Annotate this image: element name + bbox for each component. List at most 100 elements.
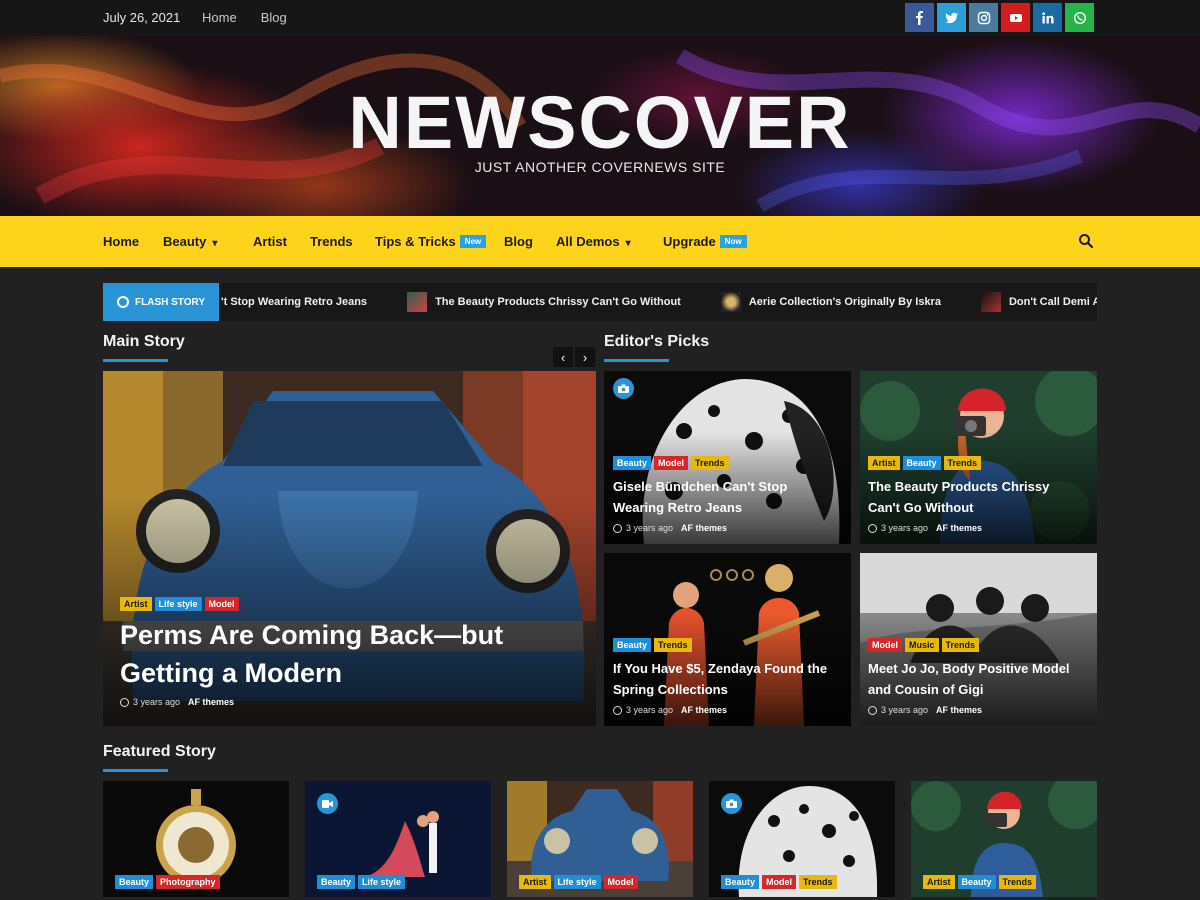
featured-card[interactable]: Beauty Life style	[305, 781, 491, 897]
card-tags: Artist Beauty Trends	[923, 875, 1037, 889]
tag-artist[interactable]: Artist	[120, 597, 152, 611]
tag-artist[interactable]: Artist	[868, 456, 900, 470]
post-author[interactable]: AF themes	[188, 697, 234, 707]
clock-icon	[868, 705, 877, 715]
ticker-item[interactable]: 't Stop Wearing Retro Jeans	[221, 296, 367, 308]
tag-artist[interactable]: Artist	[923, 875, 955, 889]
tag-lifestyle[interactable]: Life style	[553, 875, 601, 889]
card-title[interactable]: Gisele Bündchen Can't Stop Wearing Retro…	[613, 476, 833, 518]
post-time: 3 years ago	[881, 523, 929, 533]
youtube-icon[interactable]	[1001, 3, 1030, 32]
editors-pick-card[interactable]: Artist Beauty Trends The Beauty Products…	[860, 371, 1097, 544]
flash-story-label[interactable]: FLASH STORY	[103, 283, 219, 321]
card-tags: Beauty Model Trends	[613, 456, 729, 470]
ticker-item-title: The Beauty Products Chrissy Can't Go Wit…	[435, 296, 681, 308]
featured-card[interactable]: Artist Beauty Trends	[911, 781, 1097, 897]
post-author[interactable]: AF themes	[681, 523, 727, 533]
tag-lifestyle[interactable]: Life style	[358, 875, 406, 889]
nav-item-blog[interactable]: Blog	[504, 234, 533, 249]
tag-beauty[interactable]: Beauty	[613, 638, 652, 652]
ticker-thumbnail	[407, 292, 428, 312]
slider-prev-button[interactable]: ‹	[553, 347, 573, 367]
clock-icon	[120, 697, 129, 707]
tag-beauty[interactable]: Beauty	[902, 456, 941, 470]
nav-item-artist[interactable]: Artist	[253, 234, 287, 249]
tag-trends[interactable]: Trends	[943, 456, 982, 470]
header-banner: NEWSCOVER JUST ANOTHER COVERNEWS SITE	[0, 36, 1200, 216]
top-links: Home Blog	[202, 10, 287, 25]
main-story-slider-controls: ‹ ›	[553, 347, 595, 367]
facebook-icon[interactable]	[905, 3, 934, 32]
linkedin-icon[interactable]	[1033, 3, 1062, 32]
instagram-icon[interactable]	[969, 3, 998, 32]
tag-music[interactable]: Music	[905, 638, 939, 652]
ticker-item[interactable]: Aerie Collection's Originally By Iskra	[720, 292, 941, 312]
nav-item-all-demos[interactable]: All Demos ▾	[556, 234, 631, 249]
tag-trends[interactable]: Trends	[799, 875, 837, 889]
top-link-blog[interactable]: Blog	[261, 10, 287, 25]
tag-model[interactable]: Model	[654, 456, 689, 470]
ticker-item[interactable]: The Beauty Products Chrissy Can't Go Wit…	[407, 292, 681, 312]
tag-beauty[interactable]: Beauty	[317, 875, 356, 889]
nav-item-upgrade[interactable]: Upgrade Now	[663, 234, 747, 249]
editors-pick-card[interactable]: Model Music Trends Meet Jo Jo, Body Posi…	[860, 553, 1097, 726]
nav-item-beauty[interactable]: Beauty ▾	[163, 234, 217, 249]
tag-artist[interactable]: Artist	[519, 875, 551, 889]
card-title[interactable]: If You Have $5, Zendaya Found the Spring…	[613, 658, 845, 700]
tag-beauty[interactable]: Beauty	[957, 875, 996, 889]
clock-icon	[868, 523, 877, 533]
tag-beauty[interactable]: Beauty	[613, 456, 652, 470]
main-story-card[interactable]: Artist Life style Model Perms Are Coming…	[103, 371, 596, 726]
tag-model[interactable]: Model	[603, 875, 638, 889]
card-tags: Beauty Model Trends	[721, 875, 837, 889]
card-tags: Beauty Life style	[317, 875, 406, 889]
clock-icon	[613, 705, 622, 715]
post-time: 3 years ago	[626, 705, 674, 715]
nav-item-tips-tricks[interactable]: Tips & Tricks New	[375, 234, 487, 249]
editors-pick-card[interactable]: Beauty Trends If You Have $5, Zendaya Fo…	[604, 553, 851, 726]
slider-next-button[interactable]: ›	[575, 347, 595, 367]
top-link-home[interactable]: Home	[202, 10, 237, 25]
featured-card[interactable]: Beauty Photography	[103, 781, 289, 897]
whatsapp-icon[interactable]	[1065, 3, 1094, 32]
tag-model[interactable]: Model	[762, 875, 797, 889]
flash-ticker: 't Stop Wearing Retro Jeans The Beauty P…	[219, 283, 1097, 321]
flash-story-bar: FLASH STORY 't Stop Wearing Retro Jeans …	[103, 283, 1097, 321]
editors-pick-card[interactable]: Beauty Model Trends Gisele Bündchen Can'…	[604, 371, 851, 544]
post-author[interactable]: AF themes	[681, 705, 727, 715]
ticker-thumbnail	[720, 292, 741, 312]
editors-picks-heading: Editor's Picks	[604, 333, 710, 362]
featured-card[interactable]: Artist Life style Model	[507, 781, 693, 897]
main-story-title[interactable]: Perms Are Coming Back—but Getting a Mode…	[120, 616, 503, 692]
tag-beauty[interactable]: Beauty	[115, 875, 154, 889]
chevron-down-icon: ▾	[625, 238, 631, 249]
tag-model[interactable]: Model	[204, 597, 239, 611]
camera-icon	[721, 793, 742, 814]
featured-card[interactable]: Beauty Model Trends	[709, 781, 895, 897]
tag-trends[interactable]: Trends	[691, 456, 729, 470]
card-title[interactable]: The Beauty Products Chrissy Can't Go Wit…	[868, 476, 1078, 518]
tag-model[interactable]: Model	[868, 638, 902, 652]
post-author[interactable]: AF themes	[936, 523, 982, 533]
tag-trends[interactable]: Trends	[941, 638, 980, 652]
nav-item-trends[interactable]: Trends	[310, 234, 353, 249]
flash-icon	[117, 296, 129, 308]
tag-lifestyle[interactable]: Life style	[154, 597, 202, 611]
tag-trends[interactable]: Trends	[998, 875, 1037, 889]
site-title[interactable]: NEWSCOVER	[0, 80, 1200, 165]
flash-story-label-text: FLASH STORY	[135, 296, 206, 308]
tag-photography[interactable]: Photography	[156, 875, 220, 889]
search-icon[interactable]	[1078, 233, 1094, 249]
card-meta: 3 years ago AF themes	[868, 705, 982, 715]
post-author[interactable]: AF themes	[936, 705, 982, 715]
nav-item-label: Upgrade	[663, 234, 716, 249]
card-title[interactable]: Meet Jo Jo, Body Positive Model and Cous…	[868, 658, 1090, 700]
new-badge: New	[459, 235, 487, 248]
twitter-icon[interactable]	[937, 3, 966, 32]
nav-item-label: Trends	[310, 234, 353, 249]
nav-item-home[interactable]: Home	[103, 234, 163, 270]
tag-trends[interactable]: Trends	[654, 638, 692, 652]
ticker-item[interactable]: Don't Call Demi A “Babe”	[980, 292, 1097, 312]
tag-beauty[interactable]: Beauty	[721, 875, 760, 889]
main-story-meta: 3 years ago AF themes	[120, 697, 234, 707]
